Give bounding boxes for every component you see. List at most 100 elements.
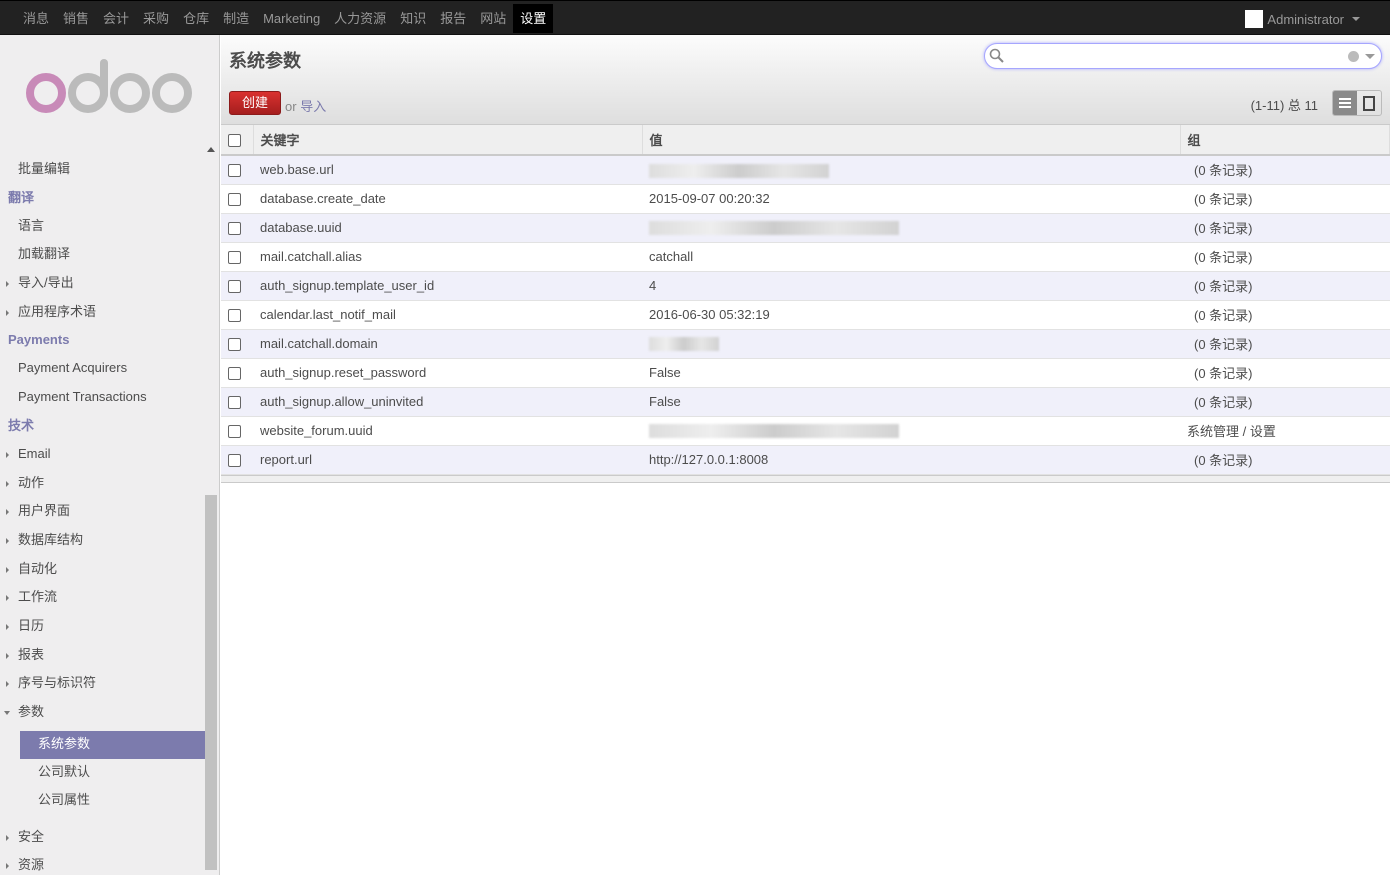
table-row[interactable]: database.create_date 2015-09-07 00:20:32… xyxy=(221,184,1390,214)
sidebar-label: Payment Acquirers xyxy=(18,360,128,376)
row-checkbox[interactable] xyxy=(228,309,241,323)
sidebar-item[interactable]: 导入/导出 xyxy=(0,269,205,298)
table-row[interactable]: mail.catchall.domain (0 条记录) xyxy=(221,329,1390,359)
value-text: False xyxy=(649,365,681,380)
table-row[interactable]: auth_signup.reset_password False (0 条记录) xyxy=(221,358,1390,388)
sidebar-label: 资源 xyxy=(18,857,45,873)
row-checkbox[interactable] xyxy=(228,425,241,439)
menu-item[interactable]: 设置 xyxy=(513,4,554,33)
user-menu[interactable]: Administrator xyxy=(1245,10,1360,28)
caret-right-icon[interactable] xyxy=(6,652,9,659)
sidebar-item[interactable]: 动作 xyxy=(0,469,205,498)
sidebar-item[interactable]: 工作流 xyxy=(0,583,205,612)
row-checkbox[interactable] xyxy=(228,193,241,207)
caret-right-icon[interactable] xyxy=(6,480,9,487)
table-row[interactable]: auth_signup.template_user_id 4 (0 条记录) xyxy=(221,271,1390,301)
sidebar-item[interactable]: Payment Transactions xyxy=(0,383,205,412)
table-row[interactable]: web.base.url (0 条记录) xyxy=(221,155,1390,185)
menu-item[interactable]: 采购 xyxy=(136,4,176,33)
table-row[interactable]: report.url http://127.0.0.1:8008 (0 条记录) xyxy=(221,445,1390,475)
search-input[interactable] xyxy=(984,43,1382,69)
sidebar-scrollbar[interactable] xyxy=(205,495,217,870)
row-checkbox[interactable] xyxy=(228,280,241,294)
sidebar-item[interactable]: 自动化 xyxy=(0,555,205,584)
avatar xyxy=(1245,10,1264,28)
menu-item[interactable]: 网站 xyxy=(473,4,513,33)
row-checkbox[interactable] xyxy=(228,396,241,410)
redacted-value xyxy=(649,337,719,352)
table-row[interactable]: database.uuid (0 条记录) xyxy=(221,213,1390,243)
sidebar-subitem[interactable]: 系统参数 xyxy=(20,730,205,759)
sidebar-item[interactable]: 应用程序术语 xyxy=(0,298,205,327)
menu-item[interactable]: 报告 xyxy=(433,4,473,33)
caret-right-icon[interactable] xyxy=(6,681,9,688)
import-link[interactable]: 导入 xyxy=(300,99,326,114)
caret-right-icon[interactable] xyxy=(6,451,9,458)
list-view-button[interactable] xyxy=(1333,91,1357,115)
row-checkbox[interactable] xyxy=(228,251,241,265)
menu-item[interactable]: 知识 xyxy=(393,4,433,33)
value-text: 2015-09-07 00:20:32 xyxy=(649,191,770,206)
caret-right-icon[interactable] xyxy=(6,309,9,316)
form-view-button[interactable] xyxy=(1357,91,1381,115)
menu-item[interactable]: 会计 xyxy=(96,4,136,33)
caret-right-icon[interactable] xyxy=(6,566,9,573)
scroll-up-arrow-icon[interactable] xyxy=(207,147,215,152)
sidebar-item[interactable]: 用户界面 xyxy=(0,497,205,526)
row-checkbox[interactable] xyxy=(228,454,241,468)
select-all-checkbox[interactable] xyxy=(228,134,241,148)
clear-icon[interactable] xyxy=(1348,51,1359,62)
row-checkbox[interactable] xyxy=(228,222,241,236)
sidebar-item[interactable]: 安全 xyxy=(0,823,205,852)
caret-right-icon[interactable] xyxy=(6,281,9,288)
sidebar-subitem[interactable]: 公司默认 xyxy=(20,759,205,787)
menu-item[interactable]: 消息 xyxy=(16,4,56,33)
sidebar-item[interactable]: 资源 xyxy=(0,851,205,875)
menu-item[interactable]: 制造 xyxy=(216,4,256,33)
menu-item[interactable]: 销售 xyxy=(56,4,96,33)
sidebar-label: 应用程序术语 xyxy=(18,303,97,319)
sidebar-item[interactable]: 批量编辑 xyxy=(0,155,205,184)
caret-right-icon[interactable] xyxy=(6,834,9,841)
caret-right-icon[interactable] xyxy=(6,863,9,870)
table-row[interactable]: mail.catchall.alias catchall (0 条记录) xyxy=(221,242,1390,272)
sidebar-item[interactable]: 语言 xyxy=(0,212,205,241)
table-row[interactable]: website_forum.uuid 系统管理 / 设置 xyxy=(221,416,1390,446)
group-cell: (0 条记录) xyxy=(1180,271,1390,301)
sidebar-label: 语言 xyxy=(18,217,45,233)
sidebar-item[interactable]: Email xyxy=(0,440,205,469)
column-header-group[interactable]: 组 xyxy=(1180,125,1390,156)
sidebar-item[interactable]: Payment Acquirers xyxy=(0,354,205,383)
sidebar-item[interactable]: 加载翻译 xyxy=(0,240,205,269)
row-checkbox[interactable] xyxy=(228,367,241,381)
caret-right-icon[interactable] xyxy=(6,595,9,602)
row-checkbox-cell xyxy=(221,387,253,417)
sidebar-item[interactable]: 日历 xyxy=(0,612,205,641)
table-row[interactable]: calendar.last_notif_mail 2016-06-30 05:3… xyxy=(221,300,1390,330)
caret-right-icon[interactable] xyxy=(6,623,9,630)
menu-item[interactable]: 仓库 xyxy=(176,4,216,33)
sidebar-section-header: 翻译 xyxy=(0,184,205,212)
sidebar-item[interactable]: 数据库结构 xyxy=(0,526,205,555)
caret-right-icon[interactable] xyxy=(6,537,9,544)
search-options-caret-icon[interactable] xyxy=(1365,54,1375,59)
row-checkbox[interactable] xyxy=(228,164,241,178)
column-header-value[interactable]: 值 xyxy=(642,125,1181,156)
sidebar-item[interactable]: 报表 xyxy=(0,641,205,670)
menu-item[interactable]: 人力资源 xyxy=(327,4,393,33)
column-header-key[interactable]: 关键字 xyxy=(253,125,643,156)
menu-item[interactable]: Marketing xyxy=(256,4,327,33)
sidebar-label: 系统参数 xyxy=(38,735,91,751)
caret-down-icon[interactable] xyxy=(4,711,10,715)
row-checkbox-cell xyxy=(221,242,253,272)
sidebar-subitem[interactable]: 公司属性 xyxy=(20,787,205,815)
sidebar-item[interactable]: 参数 xyxy=(0,698,205,727)
table-footer xyxy=(221,474,1390,483)
create-button[interactable]: 创建 xyxy=(229,91,281,115)
row-checkbox[interactable] xyxy=(228,338,241,352)
sidebar-item[interactable]: 序号与标识符 xyxy=(0,669,205,698)
sidebar-label: 技术 xyxy=(8,417,35,433)
caret-right-icon[interactable] xyxy=(6,509,9,516)
row-checkbox-cell xyxy=(221,155,253,185)
table-row[interactable]: auth_signup.allow_uninvited False (0 条记录… xyxy=(221,387,1390,417)
